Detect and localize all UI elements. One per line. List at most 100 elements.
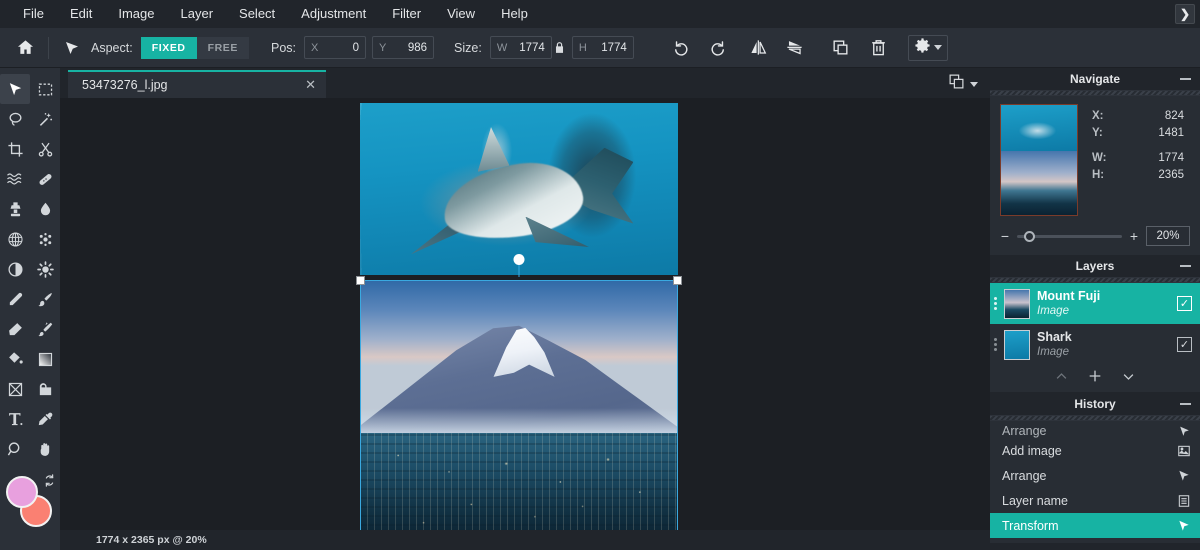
magic-wand-tool[interactable] xyxy=(30,104,60,134)
dropper-pen-tool[interactable] xyxy=(0,284,30,314)
minimize-icon[interactable] xyxy=(1180,403,1191,405)
lock-icon[interactable] xyxy=(553,41,566,54)
drag-handle-icon[interactable] xyxy=(994,297,997,310)
shark-fin-left xyxy=(411,210,468,255)
aspect-free-button[interactable]: FREE xyxy=(197,37,249,59)
document-tab[interactable]: 53473276_l.jpg ✕ xyxy=(68,70,326,98)
layers-list: Mount Fuji Image ✓ Shark Image ✓ xyxy=(990,283,1200,365)
position-x-value: 0 xyxy=(353,42,359,54)
history-item-label: Add image xyxy=(1002,444,1062,458)
crop-tool[interactable] xyxy=(0,134,30,164)
layer-type: Image xyxy=(1037,304,1170,318)
menu-item-view[interactable]: View xyxy=(434,0,488,28)
paintbrush-tool[interactable] xyxy=(30,284,60,314)
minimize-icon[interactable] xyxy=(1180,265,1191,267)
bokeh-tool[interactable] xyxy=(30,224,60,254)
move-tool-icon[interactable] xyxy=(57,33,87,63)
zoom-in-button[interactable]: + xyxy=(1129,228,1139,244)
chevron-up-icon[interactable] xyxy=(1054,369,1069,389)
position-x-key: X xyxy=(311,42,318,54)
menu-item-edit[interactable]: Edit xyxy=(57,0,105,28)
gradient-tool[interactable] xyxy=(30,344,60,374)
settings-dropdown[interactable] xyxy=(908,35,948,61)
canvas-area[interactable] xyxy=(60,98,990,550)
scissors-tool[interactable] xyxy=(30,134,60,164)
document-thumbnail[interactable] xyxy=(1000,104,1078,216)
zoom-out-button[interactable]: − xyxy=(1000,228,1010,244)
menu-item-adjustment[interactable]: Adjustment xyxy=(288,0,379,28)
healing-brush-tool[interactable] xyxy=(30,164,60,194)
zoom-slider-knob[interactable] xyxy=(1024,231,1035,242)
trash-icon[interactable] xyxy=(864,33,894,63)
chevron-down-icon[interactable] xyxy=(1121,369,1136,389)
eraser-tool[interactable] xyxy=(0,314,30,344)
menu-item-layer[interactable]: Layer xyxy=(168,0,227,28)
bag-tool[interactable] xyxy=(30,374,60,404)
aspect-toggle-group[interactable]: FIXED FREE xyxy=(141,37,249,59)
zoom-tool[interactable] xyxy=(0,434,30,464)
layer-name: Mount Fuji xyxy=(1037,289,1170,304)
blur-tool[interactable] xyxy=(30,194,60,224)
text-tool[interactable] xyxy=(0,404,30,434)
position-y-input[interactable]: Y 986 xyxy=(372,36,434,59)
hand-tool[interactable] xyxy=(30,434,60,464)
clone-stamp-tool[interactable] xyxy=(0,194,30,224)
drag-handle-icon[interactable] xyxy=(994,338,997,351)
shark-layer-image[interactable] xyxy=(360,103,678,275)
liquify-tool[interactable] xyxy=(0,164,30,194)
zoom-value-input[interactable]: 20% xyxy=(1146,226,1190,246)
layer-row-mount-fuji[interactable]: Mount Fuji Image ✓ xyxy=(990,283,1200,324)
history-item-arrange-1[interactable]: Arrange xyxy=(990,463,1200,488)
history-item-arrange-0[interactable]: Arrange xyxy=(990,421,1200,438)
aspect-fixed-button[interactable]: FIXED xyxy=(141,37,197,59)
plus-icon[interactable] xyxy=(1087,368,1103,389)
foreground-color-swatch[interactable] xyxy=(6,476,38,508)
minimize-icon[interactable] xyxy=(1180,78,1191,80)
contrast-tool[interactable] xyxy=(0,254,30,284)
duplicate-icon[interactable] xyxy=(826,33,856,63)
shape-tool[interactable] xyxy=(0,374,30,404)
rectangular-marquee-tool[interactable] xyxy=(30,74,60,104)
document-canvas[interactable] xyxy=(360,103,678,535)
navigate-x-key: X: xyxy=(1092,108,1126,125)
flip-vertical-icon[interactable] xyxy=(780,33,810,63)
color-swatches[interactable] xyxy=(0,470,60,540)
home-icon[interactable] xyxy=(10,33,40,63)
undo-icon[interactable] xyxy=(666,33,696,63)
lasso-tool[interactable] xyxy=(0,104,30,134)
paint-bucket-tool[interactable] xyxy=(0,344,30,374)
menu-item-help[interactable]: Help xyxy=(488,0,541,28)
mount-fuji-layer-image[interactable] xyxy=(360,280,678,535)
layer-visibility-checkbox[interactable]: ✓ xyxy=(1177,296,1192,311)
history-item-layer-name[interactable]: Layer name xyxy=(990,488,1200,513)
move-tool[interactable] xyxy=(0,74,30,104)
swap-colors-icon[interactable] xyxy=(42,473,57,493)
layer-row-shark[interactable]: Shark Image ✓ xyxy=(990,324,1200,365)
menu-item-file[interactable]: File xyxy=(10,0,57,28)
close-icon[interactable]: ✕ xyxy=(305,77,316,93)
history-list[interactable]: Arrange Add image Arrange Layer name xyxy=(990,421,1200,543)
shark-tail xyxy=(557,148,633,227)
menu-item-select[interactable]: Select xyxy=(226,0,288,28)
mesh-tool[interactable] xyxy=(0,224,30,254)
position-x-input[interactable]: X 0 xyxy=(304,36,366,59)
menu-item-filter[interactable]: Filter xyxy=(379,0,434,28)
size-width-input[interactable]: W 1774 xyxy=(490,36,552,59)
position-y-key: Y xyxy=(379,42,386,54)
eyedropper-tool[interactable] xyxy=(30,404,60,434)
zoom-slider[interactable] xyxy=(1017,235,1122,238)
arrange-windows-dropdown[interactable] xyxy=(948,73,978,95)
brush-tool[interactable] xyxy=(30,314,60,344)
size-height-input[interactable]: H 1774 xyxy=(572,36,634,59)
history-item-transform[interactable]: Transform xyxy=(990,513,1200,538)
chevron-right-icon[interactable]: ❯ xyxy=(1175,4,1195,24)
flip-horizontal-icon[interactable] xyxy=(744,33,774,63)
navigate-stat-x: X: 824 xyxy=(1092,108,1190,125)
sharpen-tool[interactable] xyxy=(30,254,60,284)
history-item-add-image[interactable]: Add image xyxy=(990,438,1200,463)
redo-icon[interactable] xyxy=(704,33,734,63)
navigate-w-value: 1774 xyxy=(1126,150,1190,167)
layer-visibility-checkbox[interactable]: ✓ xyxy=(1177,337,1192,352)
menu-item-image[interactable]: Image xyxy=(105,0,167,28)
layers-panel-header: Layers xyxy=(990,255,1200,277)
